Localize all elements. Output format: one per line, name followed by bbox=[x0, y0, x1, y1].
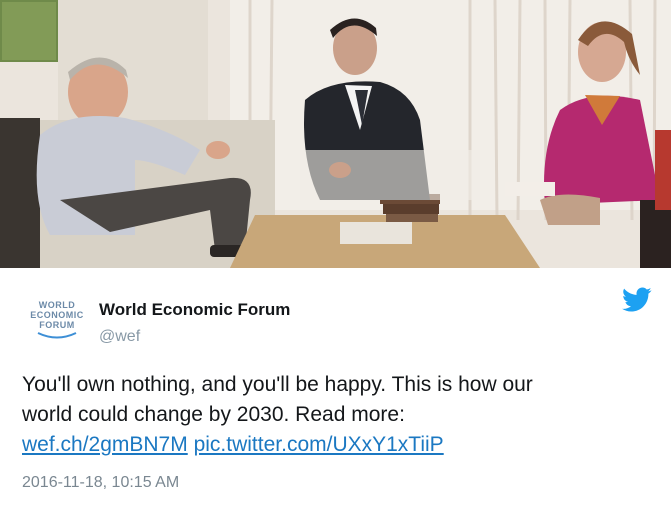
pic-link[interactable]: pic.twitter.com/UXxY1xTiiP bbox=[194, 433, 444, 456]
tweet-card: WORLD ECONOMIC FORUM World Economic Foru… bbox=[0, 0, 671, 508]
tweet-photo[interactable] bbox=[0, 0, 671, 268]
author-name[interactable]: World Economic Forum bbox=[99, 300, 290, 320]
author-handle[interactable]: @wef bbox=[99, 328, 140, 346]
tweet-timestamp[interactable]: 2016-11-18, 10:15 AM bbox=[22, 474, 179, 492]
logo-line-3: FORUM bbox=[39, 320, 75, 330]
tweet-author-row[interactable]: WORLD ECONOMIC FORUM World Economic Foru… bbox=[22, 292, 652, 352]
wef-logo: WORLD ECONOMIC FORUM bbox=[22, 295, 92, 343]
tweet-text: You'll own nothing, and you'll be happy.… bbox=[22, 370, 652, 460]
tweet-links-line: wef.ch/2gmBN7M pic.twitter.com/UXxY1xTii… bbox=[22, 430, 652, 460]
tweet-text-line-1: You'll own nothing, and you'll be happy.… bbox=[22, 373, 533, 396]
logo-line-2: ECONOMIC bbox=[30, 310, 84, 320]
tweet-text-line-2: world could change by 2030. Read more: bbox=[22, 403, 405, 426]
short-link[interactable]: wef.ch/2gmBN7M bbox=[22, 433, 188, 456]
twitter-bird-icon[interactable] bbox=[622, 287, 652, 313]
photo-illustration bbox=[0, 0, 671, 268]
logo-line-1: WORLD bbox=[39, 300, 76, 310]
